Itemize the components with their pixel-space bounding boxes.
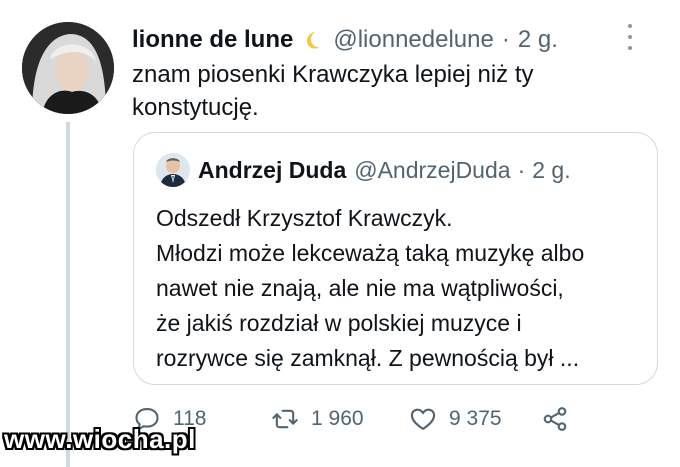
- quoted-tweet-age: 2 g.: [532, 156, 571, 183]
- tweet-text-line: znam piosenki Krawczyka lepiej niż ty: [132, 61, 534, 88]
- like-count: 9 375: [449, 407, 502, 430]
- tweet-header: lionne de lune @lionnedelune · 2 g.: [132, 24, 558, 56]
- thread-connector-line: [66, 122, 70, 467]
- author-avatar[interactable]: [22, 22, 114, 114]
- author-handle[interactable]: @lionnedelune: [333, 26, 494, 54]
- retweet-count: 1 960: [311, 407, 364, 430]
- quoted-author-avatar: [156, 153, 190, 187]
- retweet-button[interactable]: 1 960: [271, 402, 364, 436]
- watermark: www.wiocha.pl: [4, 424, 196, 454]
- quoted-tweet-text: Odszedł Krzysztof Krawczyk. Młodzi może …: [156, 201, 646, 376]
- share-button[interactable]: [541, 402, 581, 436]
- quoted-text-line: że jakiś rozdział w polskiej muzyce i: [156, 310, 522, 336]
- tweet-text-line: konstytucję.: [132, 94, 259, 121]
- quoted-text-line: nawet nie znają, ale nie ma wątpliwości,: [156, 275, 564, 301]
- tweet-age[interactable]: 2 g.: [518, 26, 558, 54]
- tweet-text: znam piosenki Krawczyka lepiej niż ty ko…: [132, 58, 652, 124]
- share-icon: [543, 407, 567, 431]
- like-icon: [410, 408, 436, 430]
- retweet-icon: [272, 409, 298, 429]
- crescent-moon-icon: [301, 29, 323, 51]
- quoted-author-handle[interactable]: @AndrzejDuda: [354, 157, 510, 184]
- age-separator: ·: [501, 26, 510, 53]
- quoted-tweet-header: Andrzej Duda @AndrzejDuda · 2 g.: [198, 153, 571, 187]
- quoted-tweet-card[interactable]: Andrzej Duda @AndrzejDuda · 2 g. Odszedł…: [133, 132, 658, 385]
- like-button[interactable]: 9 375: [409, 402, 502, 436]
- author-name[interactable]: lionne de lune: [132, 26, 293, 54]
- quoted-author-name[interactable]: Andrzej Duda: [198, 157, 346, 184]
- quoted-text-line: rozrywce się zamknął. Z pewnością był ..…: [156, 345, 580, 371]
- tweet-actions-bar: 118 1 960 9 375: [133, 402, 653, 436]
- quoted-text-line: Odszedł Krzysztof Krawczyk.: [156, 205, 453, 231]
- quoted-text-line: Młodzi może lekceważą taką muzykę albo: [156, 240, 585, 266]
- quoted-age-separator: ·: [517, 156, 526, 183]
- more-options-icon[interactable]: [620, 24, 640, 50]
